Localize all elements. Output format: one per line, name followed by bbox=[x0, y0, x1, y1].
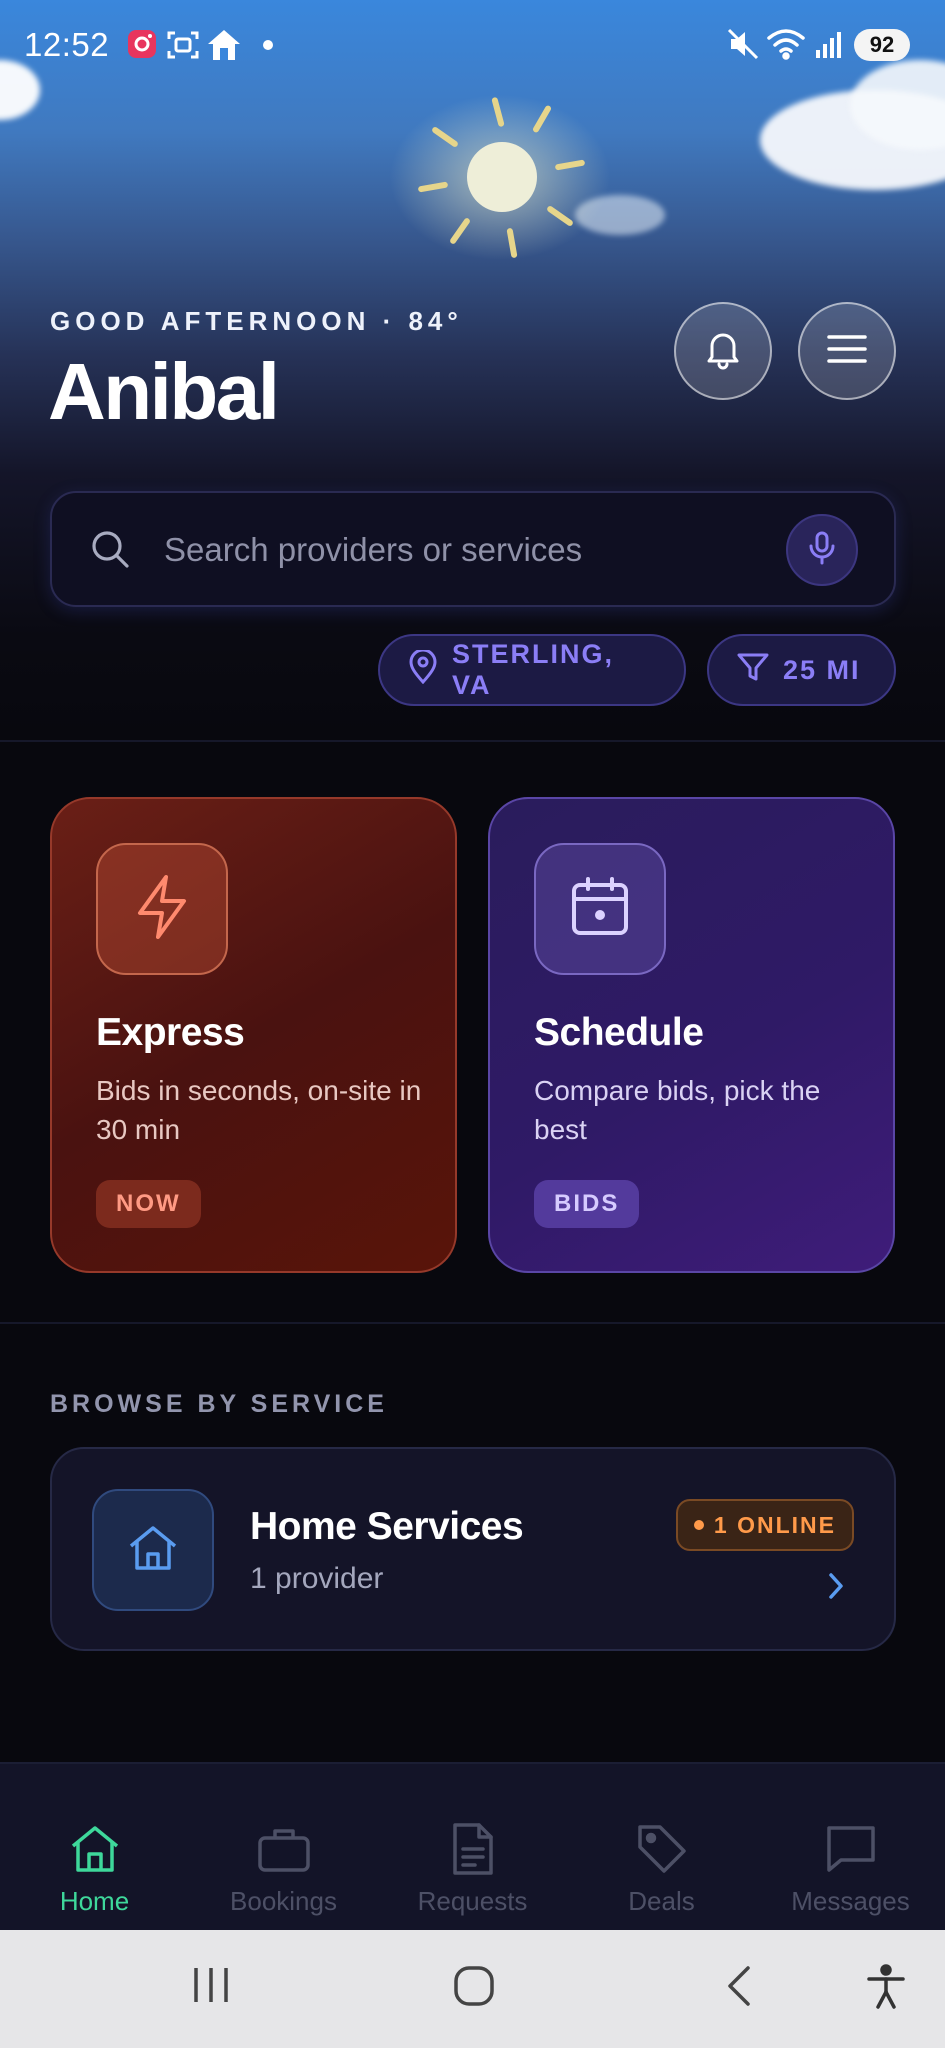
card-description: Compare bids, pick the best bbox=[534, 1075, 821, 1145]
divider bbox=[0, 1322, 945, 1324]
divider bbox=[0, 740, 945, 742]
service-title: Home Services bbox=[250, 1505, 524, 1548]
home-icon bbox=[127, 1524, 179, 1577]
recents-icon[interactable] bbox=[190, 1964, 232, 2011]
schedule-card[interactable]: Schedule Compare bids, pick the best BID… bbox=[488, 797, 895, 1273]
card-title: Express bbox=[96, 1011, 245, 1054]
bottom-navigation: Home Bookings Requests Deals Messages bbox=[0, 1762, 945, 1930]
dot-icon bbox=[262, 38, 274, 56]
nav-label: Messages bbox=[791, 1886, 910, 1916]
location-filter-chip[interactable]: STERLING, VA bbox=[378, 634, 686, 706]
mute-icon bbox=[727, 28, 759, 65]
location-label: STERLING, VA bbox=[452, 639, 615, 700]
filter-icon bbox=[737, 652, 783, 689]
nav-label: Home bbox=[59, 1886, 130, 1916]
express-icon-tile bbox=[96, 843, 228, 975]
card-tag: NOW bbox=[96, 1180, 201, 1228]
signal-icon bbox=[814, 28, 846, 65]
card-tag: BIDS bbox=[534, 1180, 640, 1228]
search-input[interactable]: Search providers or services bbox=[164, 531, 582, 569]
service-icon-tile bbox=[92, 1489, 214, 1611]
card-description: Bids in seconds, on-site in 30 min bbox=[96, 1075, 422, 1145]
screenshot-icon bbox=[166, 28, 200, 67]
nav-label: Bookings bbox=[230, 1886, 337, 1916]
battery-indicator: 92 bbox=[854, 29, 910, 61]
home-circle-icon[interactable] bbox=[452, 1964, 496, 2013]
radius-filter-chip[interactable]: 25 MI bbox=[707, 634, 896, 706]
schedule-icon-tile bbox=[534, 843, 666, 975]
wifi-icon bbox=[766, 28, 806, 65]
greeting-weather: GOOD AFTERNOON · 84° bbox=[50, 306, 463, 336]
home-notification-icon bbox=[206, 28, 242, 67]
online-status-label: 1 ONLINE bbox=[713, 1511, 836, 1538]
system-navigation-bar bbox=[0, 1930, 945, 2048]
status-time: 12:52 bbox=[24, 26, 110, 63]
chevron-right-icon bbox=[826, 1571, 846, 1606]
user-name: Anibal bbox=[48, 347, 280, 436]
radius-label: 25 MI bbox=[783, 654, 861, 685]
status-bar: 12:52 92 bbox=[0, 0, 945, 88]
section-heading: BROWSE BY SERVICE bbox=[50, 1390, 388, 1418]
nav-item-home[interactable]: Home bbox=[0, 1764, 189, 1932]
home-icon bbox=[69, 1822, 121, 1876]
back-icon[interactable] bbox=[722, 1964, 756, 2013]
menu-button[interactable] bbox=[798, 302, 896, 400]
location-pin-icon bbox=[408, 648, 452, 691]
search-bar[interactable]: Search providers or services bbox=[50, 491, 896, 607]
calendar-icon bbox=[568, 875, 632, 944]
nav-item-requests[interactable]: Requests bbox=[378, 1764, 567, 1932]
online-status-badge: 1 ONLINE bbox=[675, 1499, 854, 1551]
briefcase-icon bbox=[257, 1822, 311, 1876]
nav-item-messages[interactable]: Messages bbox=[756, 1764, 945, 1932]
online-dot-icon bbox=[693, 1520, 704, 1530]
accessibility-icon[interactable] bbox=[866, 1964, 906, 2015]
nav-label: Deals bbox=[628, 1886, 695, 1916]
microphone-icon bbox=[806, 531, 838, 570]
card-title: Schedule bbox=[534, 1011, 704, 1054]
instagram-notification-icon bbox=[126, 28, 158, 65]
notifications-button[interactable] bbox=[674, 302, 772, 400]
nav-label: Requests bbox=[417, 1886, 528, 1916]
voice-search-button[interactable] bbox=[786, 514, 858, 586]
express-card[interactable]: Express Bids in seconds, on-site in 30 m… bbox=[50, 797, 457, 1273]
search-icon bbox=[90, 529, 130, 574]
document-icon bbox=[450, 1822, 496, 1876]
bell-icon bbox=[701, 327, 745, 376]
chat-icon bbox=[825, 1822, 877, 1876]
menu-icon bbox=[825, 327, 869, 376]
tag-icon bbox=[636, 1822, 688, 1876]
nav-item-deals[interactable]: Deals bbox=[567, 1764, 756, 1932]
nav-item-bookings[interactable]: Bookings bbox=[189, 1764, 378, 1932]
service-card-home-services[interactable]: Home Services 1 provider 1 ONLINE bbox=[50, 1447, 896, 1651]
service-subtitle: 1 provider bbox=[250, 1562, 384, 1595]
lightning-icon bbox=[130, 873, 194, 946]
